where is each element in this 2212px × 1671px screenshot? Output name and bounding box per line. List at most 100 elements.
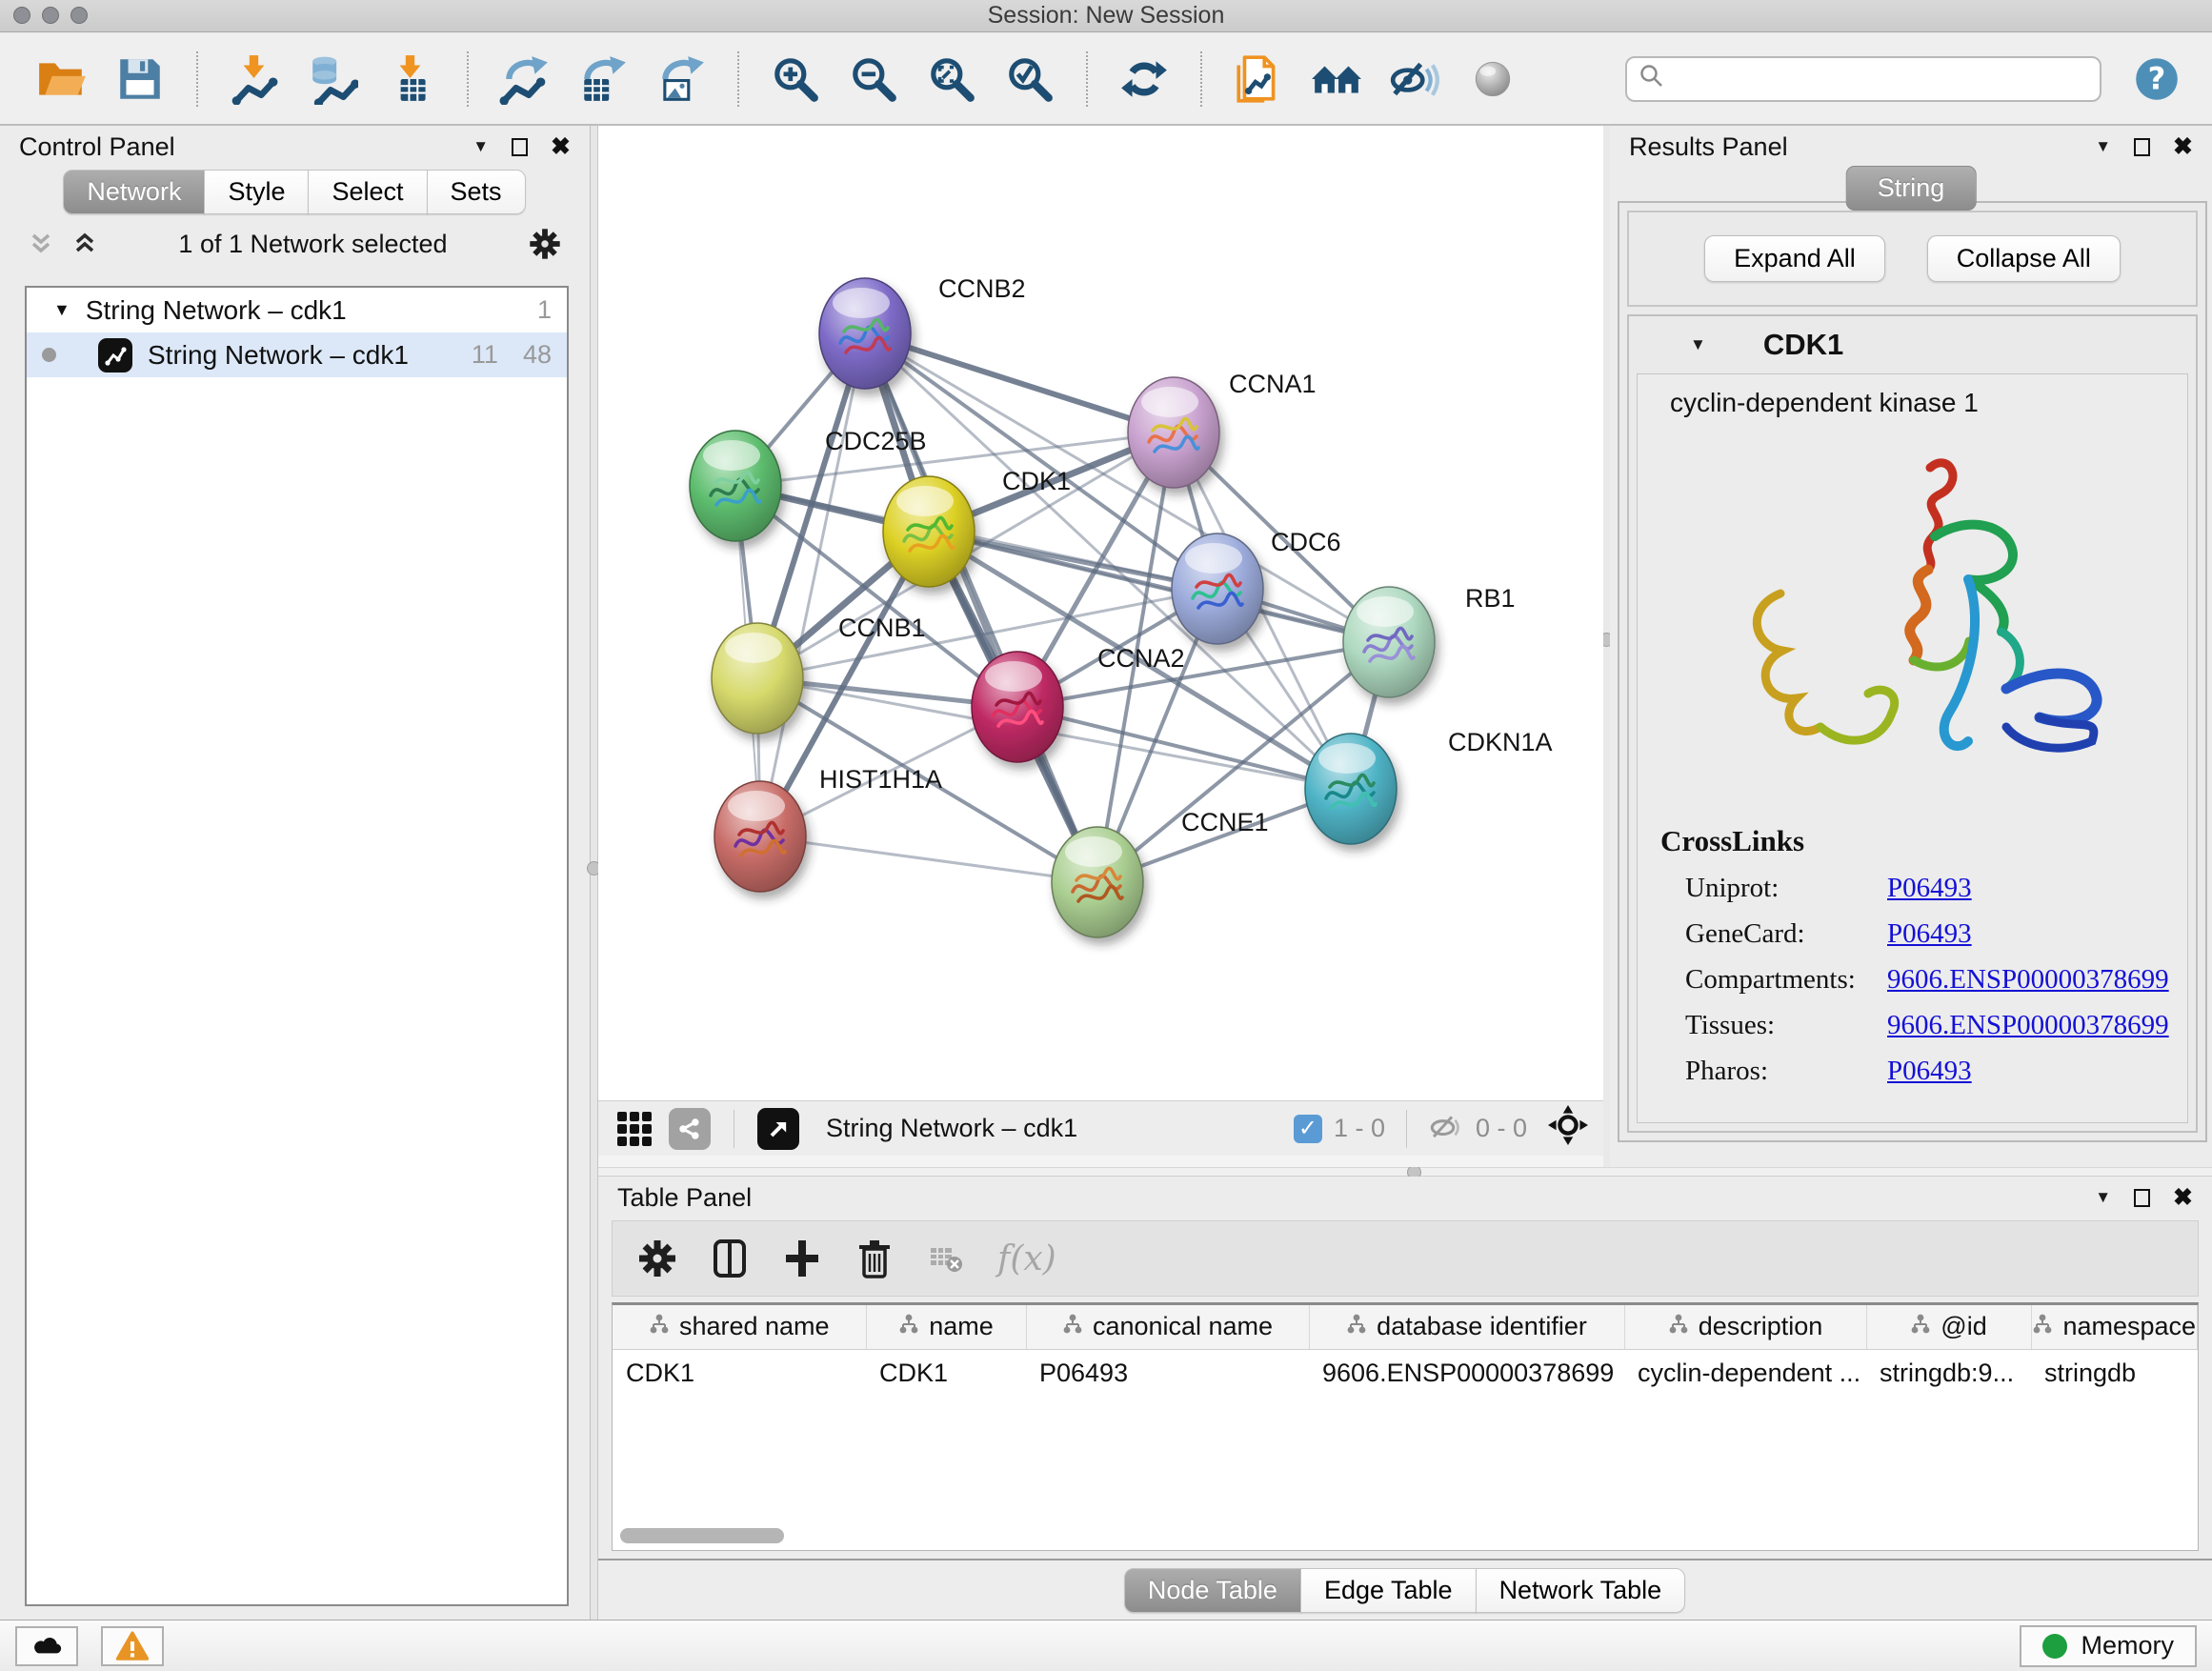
table-cell[interactable]: cyclin-dependent ... <box>1624 1349 1866 1397</box>
network-edge[interactable] <box>1017 707 1351 789</box>
right-splitter[interactable] <box>1603 126 1610 1167</box>
detach-view-icon[interactable] <box>757 1108 799 1150</box>
collapse-all-button[interactable]: Collapse All <box>1927 235 2121 282</box>
refresh-icon[interactable] <box>1117 52 1171 106</box>
network-collection-row[interactable]: ▼ String Network – cdk1 1 <box>27 288 567 332</box>
panel-close-icon[interactable]: ✖ <box>551 135 571 159</box>
maximize-window-button[interactable] <box>70 7 88 24</box>
network-edge[interactable] <box>760 333 865 836</box>
add-column-icon[interactable] <box>780 1237 824 1280</box>
table-cell[interactable]: stringdb:9... <box>1866 1349 2031 1397</box>
column-header-shared-name[interactable]: shared name <box>613 1305 866 1349</box>
column-header-@id[interactable]: @id <box>1866 1305 2031 1349</box>
import-network-from-database-icon[interactable] <box>306 52 359 106</box>
network-node-CCNB2[interactable]: CCNB2 <box>819 274 1026 389</box>
import-network-from-file-icon[interactable] <box>228 52 281 106</box>
network-node-CDK1[interactable]: CDK1 <box>883 467 1071 587</box>
panel-float-icon[interactable] <box>512 138 528 156</box>
collapse-triangle-icon[interactable]: ▼ <box>53 300 70 320</box>
tab-string[interactable]: String <box>1846 166 1977 211</box>
crosslink-link[interactable]: 9606.ENSP00000378699 <box>1887 964 2169 996</box>
expand-all-button[interactable]: Expand All <box>1704 235 1885 282</box>
column-header-canonical-name[interactable]: canonical name <box>1026 1305 1309 1349</box>
table-cell[interactable]: CDK1 <box>866 1349 1026 1397</box>
tab-edge-table[interactable]: Edge Table <box>1300 1568 1477 1613</box>
zoom-out-icon[interactable] <box>847 52 900 106</box>
tab-style[interactable]: Style <box>204 170 309 214</box>
column-header-namespace[interactable]: namespace <box>2031 1305 2198 1349</box>
column-header-description[interactable]: description <box>1624 1305 1866 1349</box>
zoom-in-icon[interactable] <box>769 52 822 106</box>
bottom-splitter[interactable] <box>598 1167 2212 1177</box>
open-session-icon[interactable] <box>35 52 89 106</box>
panel-close-icon[interactable]: ✖ <box>2173 135 2193 159</box>
network-row[interactable]: String Network – cdk1 11 48 <box>27 332 567 377</box>
export-table-icon[interactable] <box>576 52 630 106</box>
network-node-CCNE1[interactable]: CCNE1 <box>1052 808 1269 937</box>
table-cell[interactable]: P06493 <box>1026 1349 1309 1397</box>
hide-eye-icon[interactable] <box>1388 52 1441 106</box>
hidden-eye-icon[interactable] <box>1428 1107 1464 1150</box>
collapse-all-networks-icon[interactable] <box>27 230 55 258</box>
table-cell[interactable]: 9606.ENSP00000378699 <box>1309 1349 1624 1397</box>
grid-view-icon[interactable] <box>613 1108 655 1150</box>
table-cell[interactable]: stringdb <box>2031 1349 2198 1397</box>
network-canvas[interactable]: CCNB2CCNA1CDC25BCDK1CDC6RB1CCNB1CCNA2CDK… <box>598 126 1603 1100</box>
table-horizontal-scrollbar[interactable] <box>620 1528 2190 1545</box>
search-input[interactable] <box>1673 63 2088 94</box>
column-header-name[interactable]: name <box>866 1305 1026 1349</box>
crosslink-link[interactable]: P06493 <box>1887 918 1972 950</box>
network-graph[interactable]: CCNB2CCNA1CDC25BCDK1CDC6RB1CCNB1CCNA2CDK… <box>598 126 1603 1100</box>
cloud-button[interactable] <box>15 1626 78 1666</box>
export-network-icon[interactable] <box>498 52 552 106</box>
expand-all-networks-icon[interactable] <box>70 230 99 258</box>
zoom-selected-icon[interactable] <box>1003 52 1056 106</box>
houses-icon[interactable] <box>1310 52 1363 106</box>
delete-column-icon[interactable] <box>853 1237 896 1280</box>
save-session-icon[interactable] <box>113 52 167 106</box>
tab-network-table[interactable]: Network Table <box>1476 1568 1686 1613</box>
birdseye-navigator-icon[interactable] <box>1548 1105 1588 1152</box>
network-node-RB1[interactable]: RB1 <box>1343 584 1516 697</box>
crosslink-link[interactable]: P06493 <box>1887 1056 1972 1087</box>
network-view-icon[interactable] <box>669 1108 711 1150</box>
tab-network[interactable]: Network <box>63 170 205 214</box>
table-cell[interactable]: CDK1 <box>613 1349 866 1397</box>
panel-menu-icon[interactable]: ▼ <box>2095 1188 2111 1207</box>
help-icon[interactable]: ? <box>2130 52 2183 106</box>
network-edge[interactable] <box>865 333 1174 433</box>
selected-checkbox-icon[interactable]: ✓ <box>1294 1115 1322 1143</box>
gear-icon[interactable] <box>527 226 563 262</box>
gray-sphere-icon[interactable] <box>1466 52 1519 106</box>
crosslink-link[interactable]: P06493 <box>1887 873 1972 904</box>
panel-float-icon[interactable] <box>2134 1189 2150 1207</box>
network-node-CDKN1A[interactable]: CDKN1A <box>1305 728 1553 844</box>
export-image-icon[interactable] <box>654 52 708 106</box>
column-header-database-identifier[interactable]: database identifier <box>1309 1305 1624 1349</box>
import-table-from-file-icon[interactable] <box>384 52 437 106</box>
scrollbar-thumb[interactable] <box>620 1528 784 1543</box>
network-node-HIST1H1A[interactable]: HIST1H1A <box>714 765 942 892</box>
collapse-triangle-icon[interactable]: ▼ <box>1690 335 1706 354</box>
table-settings-gear-icon[interactable] <box>635 1237 679 1280</box>
warning-button[interactable] <box>101 1626 164 1666</box>
left-splitter[interactable] <box>591 126 598 1620</box>
tab-sets[interactable]: Sets <box>427 170 526 214</box>
tab-node-table[interactable]: Node Table <box>1124 1568 1301 1613</box>
crosslink-link[interactable]: 9606.ENSP00000378699 <box>1887 1010 2169 1041</box>
memory-button[interactable]: Memory <box>2020 1625 2197 1667</box>
show-columns-icon[interactable] <box>708 1237 752 1280</box>
panel-close-icon[interactable]: ✖ <box>2173 1186 2193 1210</box>
panel-menu-icon[interactable]: ▼ <box>2095 137 2111 156</box>
duplicate-network-icon[interactable] <box>1232 52 1285 106</box>
panel-menu-icon[interactable]: ▼ <box>473 137 489 156</box>
tab-select[interactable]: Select <box>308 170 427 214</box>
network-edge[interactable] <box>760 836 1097 882</box>
toolbar-search[interactable] <box>1625 56 2101 102</box>
network-node-CCNA1[interactable]: CCNA1 <box>1128 370 1317 488</box>
minimize-window-button[interactable] <box>42 7 59 24</box>
zoom-fit-content-icon[interactable] <box>925 52 978 106</box>
panel-float-icon[interactable] <box>2134 138 2150 156</box>
gene-section-header[interactable]: ▼ CDK1 <box>1629 316 2196 373</box>
table-row[interactable]: CDK1CDK1P064939606.ENSP00000378699cyclin… <box>613 1349 2198 1397</box>
